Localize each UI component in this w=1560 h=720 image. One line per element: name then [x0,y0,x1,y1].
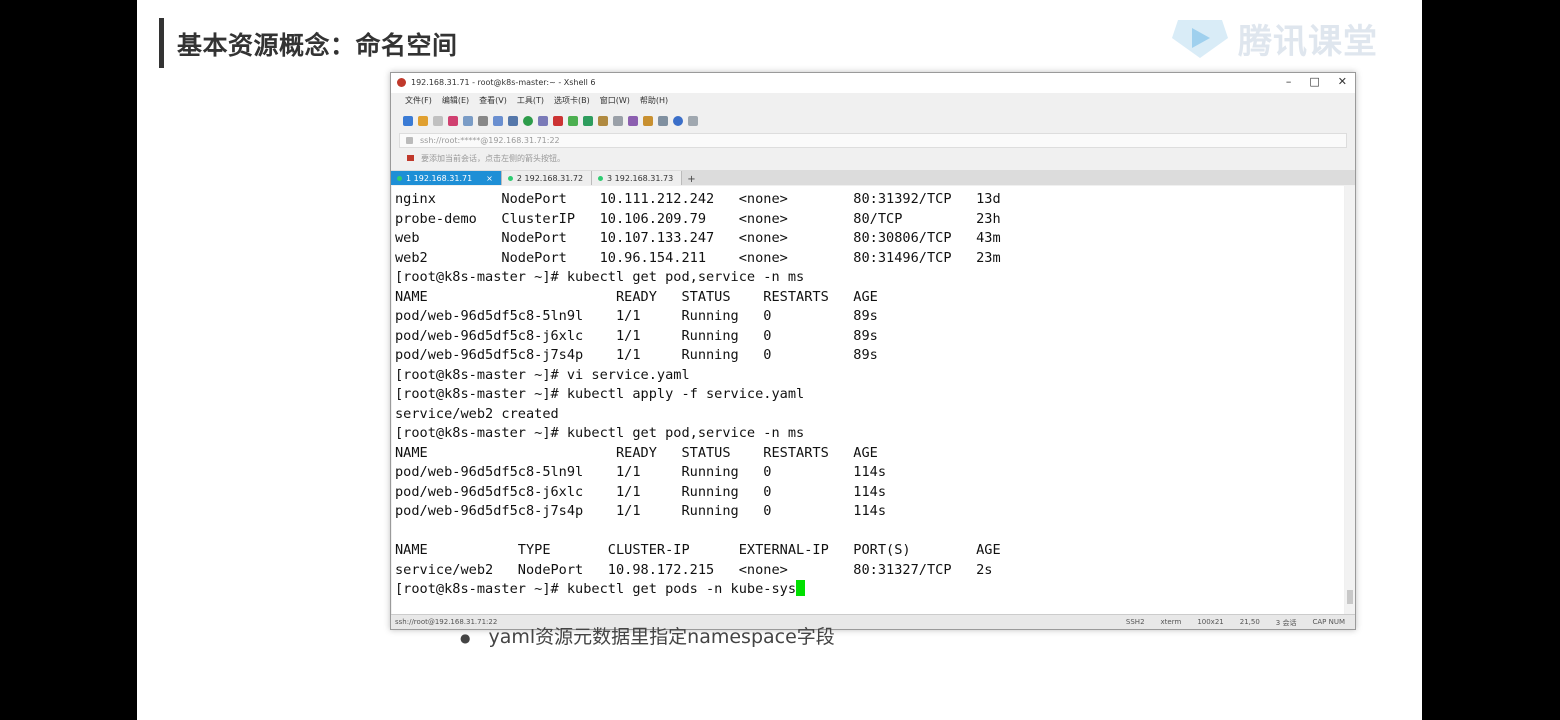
terminal-line: web NodePort 10.107.133.247 <none> 80:30… [395,230,1001,246]
prompt-text: [root@k8s-master ~]# kubectl get pods -n… [395,581,797,597]
slide-bullet: ● yaml资源元数据里指定namespace字段 [460,622,835,649]
toolbar [391,111,1355,131]
tab-session-2[interactable]: 2 192.168.31.72 [501,171,593,185]
terminal-line: [root@k8s-master ~]# kubectl apply -f se… [395,386,805,402]
minimize-button[interactable]: – [1286,75,1292,88]
address-lock-icon [406,137,413,144]
copy-icon[interactable] [478,116,488,126]
title-accent-bar [159,18,164,68]
terminal-output: nginx NodePort 10.111.212.242 <none> 80:… [395,190,1001,600]
terminal-cursor [796,580,806,596]
print-icon[interactable] [508,116,518,126]
menu-view[interactable]: 查看(V) [479,95,507,109]
menu-bar: 文件(F) 编辑(E) 查看(V) 工具(T) 选项卡(B) 窗口(W) 帮助(… [391,95,1355,109]
terminal-line: [root@k8s-master ~]# kubectl get pod,ser… [395,425,805,441]
tab-session-1[interactable]: 1 192.168.31.71 × [391,171,502,185]
terminal-line: pod/web-96d5df5c8-5ln9l 1/1 Running 0 89… [395,308,878,324]
menu-tab[interactable]: 选项卡(B) [554,95,590,109]
close-button[interactable]: ✕ [1338,75,1347,88]
xshell-app-icon [397,78,406,87]
tile-icon[interactable] [658,116,668,126]
slide: 基本资源概念：命名空间 腾讯课堂 192.168.31.71 - root@k8… [137,0,1422,720]
menu-tools[interactable]: 工具(T) [517,95,544,109]
terminal-line: service/web2 created [395,405,559,422]
xftp-icon[interactable] [553,116,563,126]
status-protocol: SSH2 [1125,618,1145,626]
status-terminal-type: xterm [1160,618,1182,626]
terminal-line: pod/web-96d5df5c8-j6xlc 1/1 Running 0 11… [395,483,887,500]
new-tab-button[interactable]: + [682,174,700,185]
status-cursor-pos: 21,50 [1239,618,1260,626]
session-tabs: 1 192.168.31.71 × 2 192.168.31.72 3 192.… [391,170,1355,185]
globe-icon[interactable] [523,116,533,126]
notice-flag-icon [407,155,414,161]
disconnect-icon[interactable] [433,116,443,126]
open-folder-icon[interactable] [418,116,428,126]
terminal-line: NAME TYPE CLUSTER-IP EXTERNAL-IP PORT(S)… [395,542,1001,558]
address-bar[interactable]: ssh://root:*****@192.168.31.71:22 [399,133,1347,148]
terminal-line: pod/web-96d5df5c8-5ln9l 1/1 Running 0 11… [395,464,887,480]
tab-label: 1 192.168.31.71 [406,173,473,183]
session-notice: 要添加当前会话，点击左侧的箭头按钮。 [399,151,1347,166]
tab-label: 2 192.168.31.72 [516,173,584,183]
menu-edit[interactable]: 编辑(E) [442,95,469,109]
bullet-text: yaml资源元数据里指定namespace字段 [488,626,835,648]
status-size: 100x21 [1197,618,1224,626]
connected-dot-icon [507,175,513,181]
window-titlebar[interactable]: 192.168.31.71 - root@k8s-master:~ - Xshe… [391,73,1355,93]
window-title: 192.168.31.71 - root@k8s-master:~ - Xshe… [411,78,596,87]
tab-session-3[interactable]: 3 192.168.31.73 [592,171,683,185]
new-session-icon[interactable] [403,116,413,126]
terminal-line: NAME READY STATUS RESTARTS AGE [395,444,878,461]
tab-label: 3 192.168.31.73 [607,173,674,183]
fullscreen-icon[interactable] [583,116,593,126]
terminal-line: NAME READY STATUS RESTARTS AGE [395,288,878,305]
bullet-dot-icon: ● [460,630,471,645]
font-icon[interactable] [538,116,548,126]
terminal-line: service/web2 NodePort 10.98.172.215 <non… [395,561,993,578]
slide-title: 基本资源概念：命名空间 [177,31,458,60]
scrollbar-thumb[interactable] [1347,590,1353,604]
reconnect-icon[interactable] [448,116,458,126]
terminal-line: [root@k8s-master ~]# kubectl get pod,ser… [395,269,805,285]
terminal-line: pod/web-96d5df5c8-j7s4p 1/1 Running 0 11… [395,503,887,519]
tab-close-icon[interactable]: × [486,174,493,183]
xshell-window[interactable]: 192.168.31.71 - root@k8s-master:~ - Xshe… [390,72,1356,630]
play-logo-icon [1172,20,1228,58]
terminal-line: pod/web-96d5df5c8-j6xlc 1/1 Running 0 89… [395,327,878,344]
keyboard-icon[interactable] [613,116,623,126]
terminal-prompt-line[interactable]: [root@k8s-master ~]# kubectl get pods -n… [395,580,1001,600]
terminal-line: probe-demo ClusterIP 10.106.209.79 <none… [395,210,1001,227]
lock-icon[interactable] [598,116,608,126]
maximize-button[interactable]: □ [1309,75,1319,88]
status-sessions: 3 会话 [1275,619,1297,627]
search-icon[interactable] [493,116,503,126]
terminal-line: nginx NodePort 10.111.212.242 <none> 80:… [395,191,1001,207]
notice-text: 要添加当前会话，点击左侧的箭头按钮。 [421,154,565,163]
connected-dot-icon [397,175,402,181]
menu-window[interactable]: 窗口(W) [600,95,630,109]
menu-help[interactable]: 帮助(H) [640,95,668,109]
terminal-line: web2 NodePort 10.96.154.211 <none> 80:31… [395,249,1001,266]
properties-icon[interactable] [463,116,473,126]
compose-icon[interactable] [628,116,638,126]
status-keys: CAP NUM [1312,618,1345,626]
address-text: ssh://root:*****@192.168.31.71:22 [420,136,560,145]
menu-file[interactable]: 文件(F) [405,95,432,109]
tencent-classroom-logo: 腾讯课堂 [1170,12,1390,64]
logo-text: 腾讯课堂 [1238,21,1378,62]
terminal-line: pod/web-96d5df5c8-j7s4p 1/1 Running 0 89… [395,347,878,363]
terminal-line: [root@k8s-master ~]# vi service.yaml [395,366,690,383]
terminal-area[interactable]: nginx NodePort 10.111.212.242 <none> 80:… [392,186,1344,614]
help-icon[interactable] [673,116,683,126]
layout-icon[interactable] [643,116,653,126]
vertical-scrollbar[interactable] [1345,186,1355,614]
connected-dot-icon [598,175,604,181]
script-icon[interactable] [568,116,578,126]
chat-icon[interactable] [688,116,698,126]
